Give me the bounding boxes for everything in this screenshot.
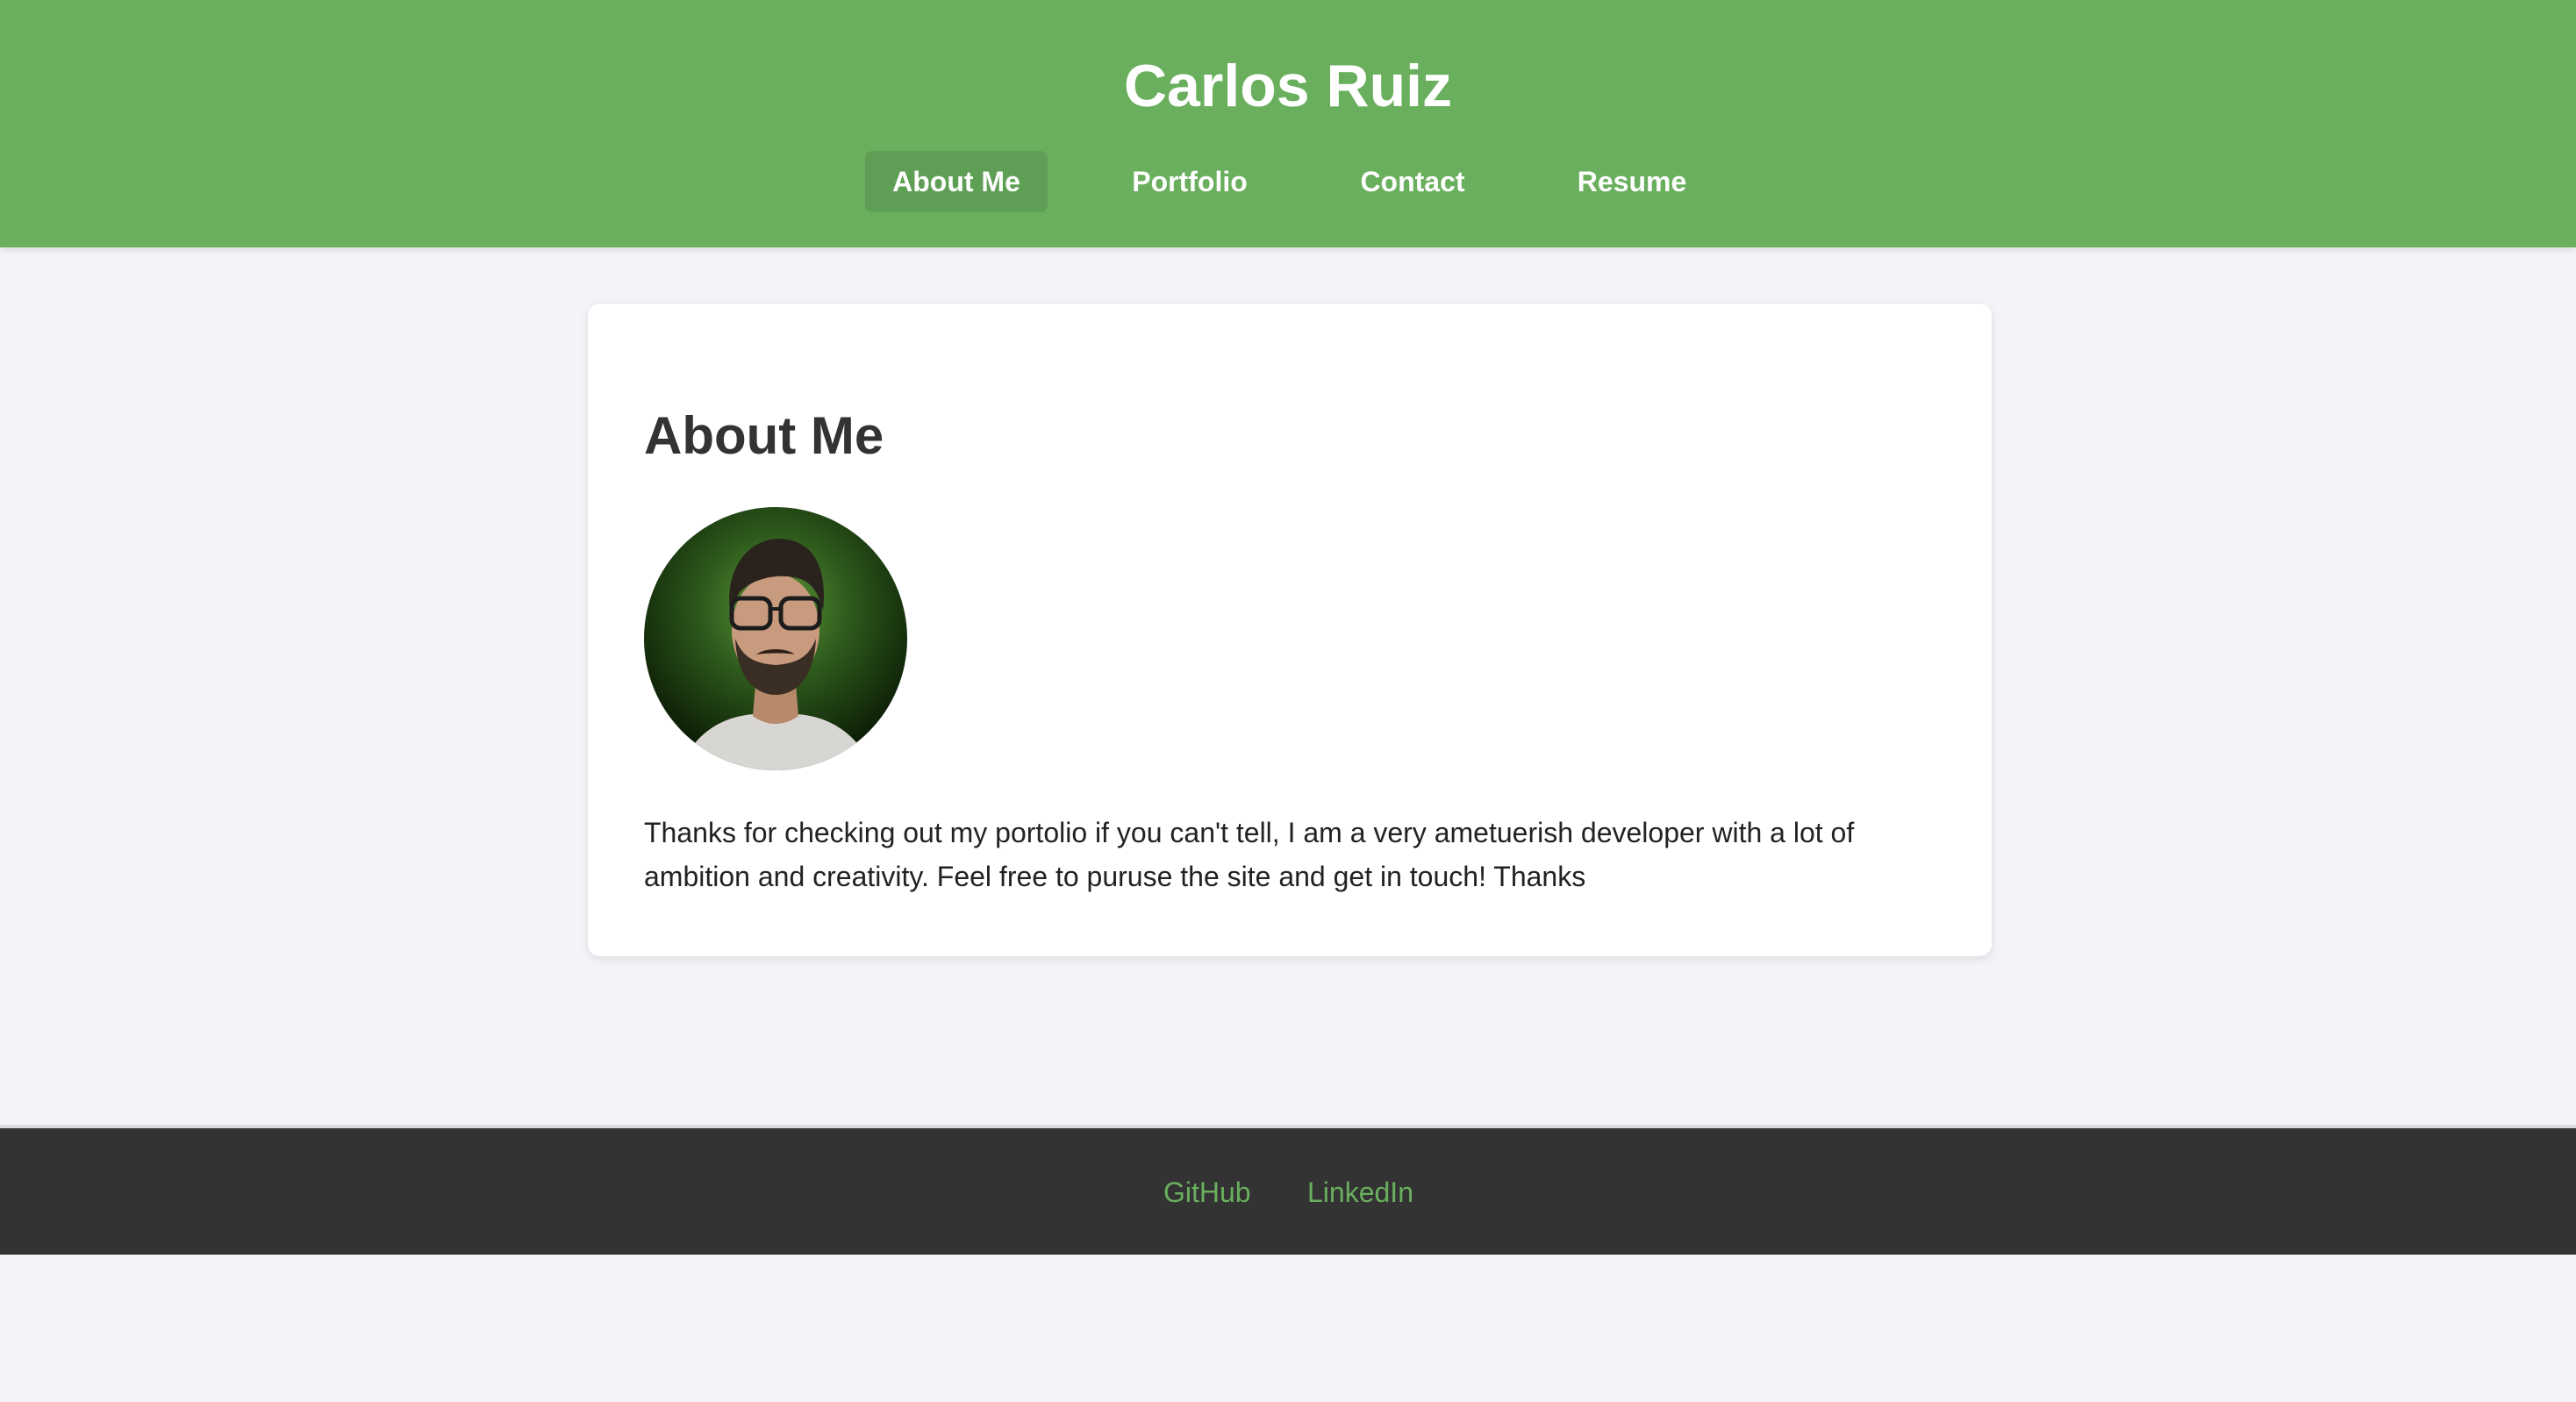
nav-portfolio[interactable]: Portfolio	[1102, 151, 1277, 212]
avatar	[644, 507, 907, 770]
nav-contact[interactable]: Contact	[1325, 151, 1500, 212]
github-link[interactable]: GitHub	[1163, 1170, 1251, 1214]
about-bio: Thanks for checking out my portolio if y…	[644, 817, 1855, 892]
site-header: Carlos Ruiz About Me Portfolio Contact R…	[0, 0, 2576, 247]
about-card: About Me Thanks for checking out my port…	[588, 304, 1992, 956]
profile-photo	[644, 507, 907, 770]
site-title: Carlos Ruiz	[1123, 53, 1453, 119]
about-heading: About Me	[644, 406, 884, 465]
linkedin-link[interactable]: LinkedIn	[1307, 1170, 1413, 1214]
nav-resume[interactable]: Resume	[1544, 151, 1720, 212]
main-nav: About Me Portfolio Contact Resume	[0, 151, 2576, 212]
site-footer: GitHub LinkedIn	[0, 1125, 2576, 1255]
nav-about-me[interactable]: About Me	[865, 151, 1048, 212]
